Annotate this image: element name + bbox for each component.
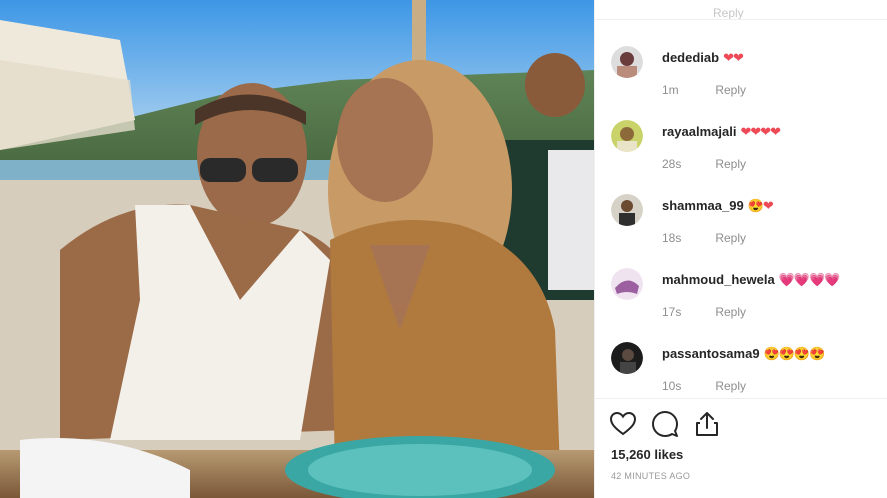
post-timestamp[interactable]: 42 MINUTES AGO (611, 471, 690, 481)
comment-username[interactable]: dedediab ❤❤ (662, 50, 744, 66)
avatar[interactable] (611, 46, 643, 78)
share-icon[interactable] (693, 410, 721, 438)
post-actions: 15,260 likes 42 MINUTES AGO (595, 398, 887, 498)
comment-username[interactable]: mahmoud_hewela 💗💗💗💗 (662, 272, 841, 288)
comment-text: 😍❤ (747, 198, 774, 213)
comment-meta: 18s Reply (662, 231, 746, 245)
comment-username[interactable]: passantosama9 😍😍😍😍 (662, 346, 826, 362)
comments-panel: Reply dedediab ❤❤ 1m Reply rayaalmajali ❤❤… (594, 0, 887, 498)
heart-icon[interactable] (609, 410, 637, 438)
photo-illustration (0, 0, 594, 498)
action-icons (609, 410, 721, 438)
avatar[interactable] (611, 120, 643, 152)
comment-item: rayaalmajali ❤❤❤❤ 28s Reply (611, 120, 881, 194)
reply-button[interactable]: Reply (715, 83, 746, 97)
reply-button[interactable]: Reply (715, 379, 746, 393)
comment-time: 1m (662, 83, 679, 97)
comment-meta: 1m Reply (662, 83, 746, 97)
comment-time: 28s (662, 157, 682, 171)
post-photo[interactable] (0, 0, 594, 498)
comment-text: 💗💗💗💗 (778, 272, 841, 287)
comment-text: ❤❤ (723, 50, 744, 65)
avatar[interactable] (611, 194, 643, 226)
comment-item: mahmoud_hewela 💗💗💗💗 17s Reply (611, 268, 881, 342)
comment-time: 18s (662, 231, 682, 245)
clipped-previous-comment: Reply (595, 0, 887, 20)
clipped-reply-link[interactable]: Reply (713, 6, 744, 19)
avatar[interactable] (611, 342, 643, 374)
reply-button[interactable]: Reply (715, 305, 746, 319)
comment-item: shammaa_99 😍❤ 18s Reply (611, 194, 881, 268)
comment-username[interactable]: rayaalmajali ❤❤❤❤ (662, 124, 781, 140)
reply-button[interactable]: Reply (715, 157, 746, 171)
comment-time: 10s (662, 379, 682, 393)
likes-count[interactable]: 15,260 likes (611, 447, 683, 462)
comment-username[interactable]: shammaa_99 😍❤ (662, 198, 774, 214)
reply-button[interactable]: Reply (715, 231, 746, 245)
comment-meta: 28s Reply (662, 157, 746, 171)
comment-time: 17s (662, 305, 682, 319)
comment-meta: 10s Reply (662, 379, 746, 393)
comment-text: ❤❤❤❤ (740, 124, 781, 139)
comment-meta: 17s Reply (662, 305, 746, 319)
comment-text: 😍😍😍😍 (763, 346, 826, 361)
avatar[interactable] (611, 268, 643, 300)
comment-item: dedediab ❤❤ 1m Reply (611, 46, 881, 120)
comment-icon[interactable] (651, 410, 679, 438)
